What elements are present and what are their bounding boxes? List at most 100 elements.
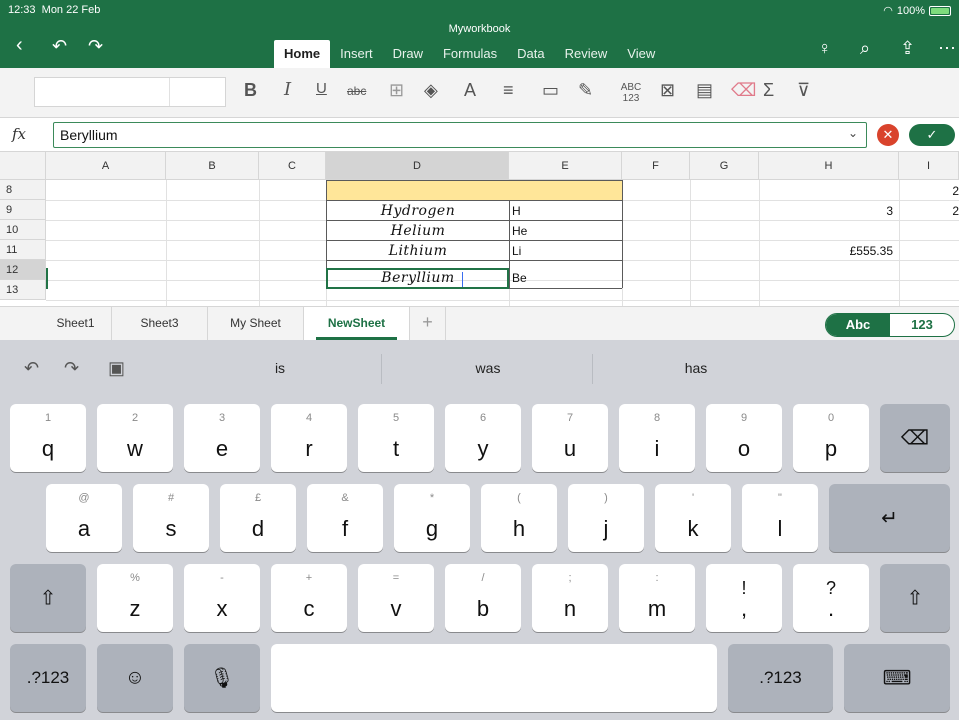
undo-icon[interactable]: ↶ xyxy=(24,358,39,379)
key-s[interactable]: # s xyxy=(133,484,209,552)
cell-i8[interactable]: 2 xyxy=(899,181,959,201)
key-v[interactable]: = v xyxy=(358,564,434,632)
row-header-10[interactable]: 10 xyxy=(0,220,46,240)
key-h[interactable]: (h xyxy=(481,484,557,552)
key-r[interactable]: 4r xyxy=(271,404,347,472)
cell-e11[interactable]: Li xyxy=(510,241,622,261)
select-all-corner[interactable] xyxy=(0,152,46,180)
row-header-8[interactable]: 8 xyxy=(0,180,46,200)
cell-e12[interactable]: Be xyxy=(510,268,622,288)
key-comma[interactable]: !, xyxy=(706,564,782,632)
merge-icon[interactable]: ⊠ xyxy=(660,81,675,99)
column-header-c[interactable]: C xyxy=(259,152,326,180)
key-n[interactable]: ; n xyxy=(532,564,608,632)
keyboard-abc-option[interactable]: Abc xyxy=(826,314,890,336)
cell-i9[interactable]: 2 xyxy=(899,201,959,221)
cell-h9[interactable]: 3 xyxy=(759,201,899,221)
tab-data[interactable]: Data xyxy=(507,40,554,68)
sort-filter-icon[interactable]: ⊽ xyxy=(797,81,810,99)
underline-button[interactable]: U xyxy=(316,81,327,96)
sheet-tab-my-sheet[interactable]: My Sheet xyxy=(208,307,304,340)
eraser-icon[interactable]: ⌫ xyxy=(731,81,756,99)
column-header-f[interactable]: F xyxy=(622,152,690,180)
header-fill-d8-e8[interactable] xyxy=(326,181,622,201)
tab-view[interactable]: View xyxy=(617,40,665,68)
tab-formulas[interactable]: Formulas xyxy=(433,40,507,68)
key-i[interactable]: 8i xyxy=(619,404,695,472)
column-header-i[interactable]: I xyxy=(899,152,959,180)
spreadsheet-grid[interactable]: A B C D E F G H I 8 9 10 11 12 13 Hydrog… xyxy=(0,152,959,306)
key-w[interactable]: 2w xyxy=(97,404,173,472)
key-q[interactable]: 1q xyxy=(10,404,86,472)
lightbulb-icon[interactable]: ♀ xyxy=(818,38,832,59)
back-icon[interactable]: ‹ xyxy=(16,35,23,55)
redo-icon[interactable]: ↷ xyxy=(64,358,79,379)
row-header-11[interactable]: 11 xyxy=(0,240,46,260)
cell-d10[interactable]: Helium xyxy=(327,221,509,241)
key-l[interactable]: " l xyxy=(742,484,818,552)
font-selector[interactable] xyxy=(34,77,226,107)
align-icon[interactable]: ≡ xyxy=(503,81,514,99)
column-header-d[interactable]: D xyxy=(326,152,509,180)
key-f[interactable]: & f xyxy=(307,484,383,552)
sheet-tab-newsheet[interactable]: NewSheet xyxy=(304,307,410,340)
shift-key-left[interactable]: ⇧ xyxy=(10,564,86,632)
key-a[interactable]: @ a xyxy=(46,484,122,552)
bold-button[interactable]: B xyxy=(244,81,257,99)
key-j[interactable]: ) j xyxy=(568,484,644,552)
key-x[interactable]: -x xyxy=(184,564,260,632)
sheet-tab-sheet3[interactable]: Sheet3 xyxy=(112,307,208,340)
column-header-b[interactable]: B xyxy=(166,152,259,180)
strikethrough-button[interactable]: abc xyxy=(347,85,366,97)
key-o[interactable]: 9o xyxy=(706,404,782,472)
key-c[interactable]: + c xyxy=(271,564,347,632)
clipboard-icon[interactable]: ▣ xyxy=(108,358,125,379)
key-t[interactable]: 5t xyxy=(358,404,434,472)
dictation-key[interactable]: 🎙︎ xyxy=(184,644,260,712)
format-painter-icon[interactable]: ✎ xyxy=(578,81,593,99)
key-period[interactable]: ?. xyxy=(793,564,869,632)
key-k[interactable]: ' k xyxy=(655,484,731,552)
column-header-h[interactable]: H xyxy=(759,152,899,180)
autosum-button[interactable]: Σ xyxy=(763,81,774,99)
cancel-button[interactable]: ✕ xyxy=(877,124,899,146)
add-sheet-button[interactable]: + xyxy=(410,307,446,340)
key-b[interactable]: / b xyxy=(445,564,521,632)
wrap-text-icon[interactable]: ▭ xyxy=(542,81,559,99)
return-key[interactable]: ↵ xyxy=(829,484,950,552)
row-header-9[interactable]: 9 xyxy=(0,200,46,220)
borders-icon[interactable]: ⊞ xyxy=(389,81,404,99)
active-cell-selection[interactable] xyxy=(326,268,509,289)
suggestion-1[interactable]: is xyxy=(180,360,380,376)
key-m[interactable]: :m xyxy=(619,564,695,632)
cell-e9[interactable]: H xyxy=(510,201,622,221)
font-color-icon[interactable]: A xyxy=(464,81,476,99)
tab-review[interactable]: Review xyxy=(555,40,618,68)
key-d[interactable]: £ d xyxy=(220,484,296,552)
share-icon[interactable]: ⇪ xyxy=(900,38,915,59)
emoji-key[interactable]: ☺ xyxy=(97,644,173,712)
sheet-tab-sheet1[interactable]: Sheet1 xyxy=(40,307,112,340)
delete-key[interactable]: ⌫ xyxy=(880,404,950,472)
row-header-12[interactable]: 12 xyxy=(0,260,46,280)
suggestion-3[interactable]: has xyxy=(596,360,796,376)
column-header-a[interactable]: A xyxy=(46,152,166,180)
numbers-key-left[interactable]: .?123 xyxy=(10,644,86,712)
key-g[interactable]: * g xyxy=(394,484,470,552)
cell-d9[interactable]: Hydrogen xyxy=(327,201,509,221)
cell-h11[interactable]: £555.35 xyxy=(759,241,899,261)
fill-color-icon[interactable]: ◈ xyxy=(424,81,438,99)
more-icon[interactable]: ⋯ xyxy=(938,38,956,59)
search-icon[interactable]: ⌕ xyxy=(860,38,870,59)
key-e[interactable]: 3e xyxy=(184,404,260,472)
confirm-button[interactable]: ✓ xyxy=(909,124,955,146)
redo-icon[interactable]: ↷ xyxy=(88,37,103,55)
hide-keyboard-key[interactable]: ⌨ xyxy=(844,644,950,712)
tab-home[interactable]: Home xyxy=(274,40,331,68)
key-p[interactable]: 0p xyxy=(793,404,869,472)
chevron-down-icon[interactable]: ⌄ xyxy=(848,126,858,140)
italic-button[interactable]: I xyxy=(284,81,291,99)
key-y[interactable]: 6y xyxy=(445,404,521,472)
undo-icon[interactable]: ↶ xyxy=(52,37,67,55)
cell-styles-icon[interactable]: ▤ xyxy=(696,81,713,99)
